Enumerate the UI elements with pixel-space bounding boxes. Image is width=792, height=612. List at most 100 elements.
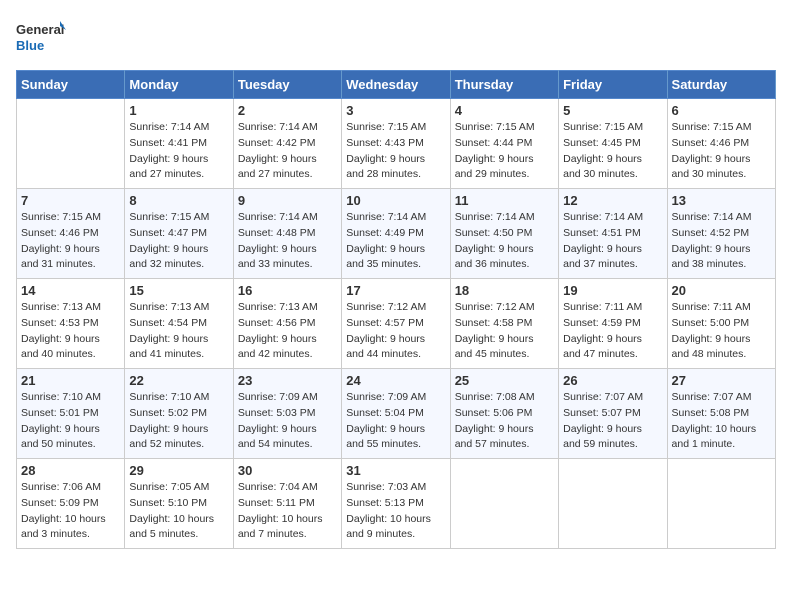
calendar-table: SundayMondayTuesdayWednesdayThursdayFrid… <box>16 70 776 549</box>
calendar-cell: 7 Sunrise: 7:15 AM Sunset: 4:46 PM Daylig… <box>17 189 125 279</box>
cell-info: Sunrise: 7:14 AM Sunset: 4:51 PM Dayligh… <box>563 210 662 273</box>
calendar-cell: 4 Sunrise: 7:15 AM Sunset: 4:44 PM Daylig… <box>450 99 558 189</box>
cell-info: Sunrise: 7:07 AM Sunset: 5:08 PM Dayligh… <box>672 390 771 453</box>
calendar-cell: 30 Sunrise: 7:04 AM Sunset: 5:11 PM Dayli… <box>233 459 341 549</box>
day-number: 29 <box>129 463 228 478</box>
svg-text:Blue: Blue <box>16 38 44 53</box>
page-header: General Blue <box>16 16 776 58</box>
day-number: 7 <box>21 193 120 208</box>
calendar-cell: 26 Sunrise: 7:07 AM Sunset: 5:07 PM Dayli… <box>559 369 667 459</box>
day-number: 26 <box>563 373 662 388</box>
day-number: 10 <box>346 193 445 208</box>
calendar-cell: 27 Sunrise: 7:07 AM Sunset: 5:08 PM Dayli… <box>667 369 775 459</box>
cell-info: Sunrise: 7:14 AM Sunset: 4:52 PM Dayligh… <box>672 210 771 273</box>
cell-info: Sunrise: 7:03 AM Sunset: 5:13 PM Dayligh… <box>346 480 445 543</box>
calendar-cell: 28 Sunrise: 7:06 AM Sunset: 5:09 PM Dayli… <box>17 459 125 549</box>
calendar-cell: 5 Sunrise: 7:15 AM Sunset: 4:45 PM Daylig… <box>559 99 667 189</box>
cell-info: Sunrise: 7:15 AM Sunset: 4:46 PM Dayligh… <box>672 120 771 183</box>
weekday-header-cell: Monday <box>125 71 233 99</box>
calendar-cell: 23 Sunrise: 7:09 AM Sunset: 5:03 PM Dayli… <box>233 369 341 459</box>
calendar-cell: 16 Sunrise: 7:13 AM Sunset: 4:56 PM Dayli… <box>233 279 341 369</box>
cell-info: Sunrise: 7:04 AM Sunset: 5:11 PM Dayligh… <box>238 480 337 543</box>
day-number: 12 <box>563 193 662 208</box>
day-number: 25 <box>455 373 554 388</box>
calendar-cell: 17Sunrise: 7:12 AM Sunset: 4:57 PM Dayli… <box>342 279 450 369</box>
cell-info: Sunrise: 7:11 AM Sunset: 4:59 PM Dayligh… <box>563 300 662 363</box>
cell-info: Sunrise: 7:14 AM Sunset: 4:48 PM Dayligh… <box>238 210 337 273</box>
cell-info: Sunrise: 7:13 AM Sunset: 4:53 PM Dayligh… <box>21 300 120 363</box>
weekday-header-cell: Saturday <box>667 71 775 99</box>
cell-info: Sunrise: 7:14 AM Sunset: 4:50 PM Dayligh… <box>455 210 554 273</box>
day-number: 19 <box>563 283 662 298</box>
logo: General Blue <box>16 16 66 58</box>
calendar-cell: 6 Sunrise: 7:15 AM Sunset: 4:46 PM Daylig… <box>667 99 775 189</box>
calendar-cell: 15 Sunrise: 7:13 AM Sunset: 4:54 PM Dayli… <box>125 279 233 369</box>
calendar-cell: 29 Sunrise: 7:05 AM Sunset: 5:10 PM Dayli… <box>125 459 233 549</box>
day-number: 22 <box>129 373 228 388</box>
calendar-cell: 24 Sunrise: 7:09 AM Sunset: 5:04 PM Dayli… <box>342 369 450 459</box>
calendar-cell: 22Sunrise: 7:10 AM Sunset: 5:02 PM Dayli… <box>125 369 233 459</box>
cell-info: Sunrise: 7:06 AM Sunset: 5:09 PM Dayligh… <box>21 480 120 543</box>
weekday-header-cell: Thursday <box>450 71 558 99</box>
calendar-cell: 31 Sunrise: 7:03 AM Sunset: 5:13 PM Dayli… <box>342 459 450 549</box>
day-number: 24 <box>346 373 445 388</box>
weekday-header-cell: Tuesday <box>233 71 341 99</box>
cell-info: Sunrise: 7:12 AM Sunset: 4:57 PM Dayligh… <box>346 300 445 363</box>
day-number: 5 <box>563 103 662 118</box>
cell-info: Sunrise: 7:15 AM Sunset: 4:45 PM Dayligh… <box>563 120 662 183</box>
cell-info: Sunrise: 7:15 AM Sunset: 4:46 PM Dayligh… <box>21 210 120 273</box>
day-number: 31 <box>346 463 445 478</box>
calendar-cell <box>450 459 558 549</box>
calendar-cell: 11Sunrise: 7:14 AM Sunset: 4:50 PM Dayli… <box>450 189 558 279</box>
calendar-week-row: 1Sunrise: 7:14 AM Sunset: 4:41 PM Daylig… <box>17 99 776 189</box>
calendar-week-row: 14 Sunrise: 7:13 AM Sunset: 4:53 PM Dayli… <box>17 279 776 369</box>
day-number: 3 <box>346 103 445 118</box>
day-number: 6 <box>672 103 771 118</box>
cell-info: Sunrise: 7:09 AM Sunset: 5:04 PM Dayligh… <box>346 390 445 453</box>
calendar-body: 1Sunrise: 7:14 AM Sunset: 4:41 PM Daylig… <box>17 99 776 549</box>
day-number: 2 <box>238 103 337 118</box>
calendar-cell <box>17 99 125 189</box>
day-number: 28 <box>21 463 120 478</box>
day-number: 8 <box>129 193 228 208</box>
cell-info: Sunrise: 7:07 AM Sunset: 5:07 PM Dayligh… <box>563 390 662 453</box>
calendar-cell: 21 Sunrise: 7:10 AM Sunset: 5:01 PM Dayli… <box>17 369 125 459</box>
cell-info: Sunrise: 7:05 AM Sunset: 5:10 PM Dayligh… <box>129 480 228 543</box>
day-number: 23 <box>238 373 337 388</box>
calendar-week-row: 28 Sunrise: 7:06 AM Sunset: 5:09 PM Dayli… <box>17 459 776 549</box>
calendar-cell <box>559 459 667 549</box>
day-number: 20 <box>672 283 771 298</box>
calendar-cell: 3 Sunrise: 7:15 AM Sunset: 4:43 PM Daylig… <box>342 99 450 189</box>
calendar-cell: 9 Sunrise: 7:14 AM Sunset: 4:48 PM Daylig… <box>233 189 341 279</box>
logo-svg: General Blue <box>16 16 66 58</box>
weekday-header-row: SundayMondayTuesdayWednesdayThursdayFrid… <box>17 71 776 99</box>
cell-info: Sunrise: 7:12 AM Sunset: 4:58 PM Dayligh… <box>455 300 554 363</box>
cell-info: Sunrise: 7:13 AM Sunset: 4:56 PM Dayligh… <box>238 300 337 363</box>
cell-info: Sunrise: 7:14 AM Sunset: 4:42 PM Dayligh… <box>238 120 337 183</box>
cell-info: Sunrise: 7:15 AM Sunset: 4:43 PM Dayligh… <box>346 120 445 183</box>
calendar-cell: 10Sunrise: 7:14 AM Sunset: 4:49 PM Dayli… <box>342 189 450 279</box>
calendar-cell: 14 Sunrise: 7:13 AM Sunset: 4:53 PM Dayli… <box>17 279 125 369</box>
cell-info: Sunrise: 7:13 AM Sunset: 4:54 PM Dayligh… <box>129 300 228 363</box>
calendar-cell: 18Sunrise: 7:12 AM Sunset: 4:58 PM Dayli… <box>450 279 558 369</box>
cell-info: Sunrise: 7:09 AM Sunset: 5:03 PM Dayligh… <box>238 390 337 453</box>
calendar-cell: 12 Sunrise: 7:14 AM Sunset: 4:51 PM Dayli… <box>559 189 667 279</box>
day-number: 14 <box>21 283 120 298</box>
cell-info: Sunrise: 7:15 AM Sunset: 4:47 PM Dayligh… <box>129 210 228 273</box>
day-number: 4 <box>455 103 554 118</box>
day-number: 21 <box>21 373 120 388</box>
calendar-cell: 25Sunrise: 7:08 AM Sunset: 5:06 PM Dayli… <box>450 369 558 459</box>
cell-info: Sunrise: 7:10 AM Sunset: 5:01 PM Dayligh… <box>21 390 120 453</box>
day-number: 30 <box>238 463 337 478</box>
calendar-cell: 2 Sunrise: 7:14 AM Sunset: 4:42 PM Daylig… <box>233 99 341 189</box>
day-number: 16 <box>238 283 337 298</box>
cell-info: Sunrise: 7:15 AM Sunset: 4:44 PM Dayligh… <box>455 120 554 183</box>
day-number: 13 <box>672 193 771 208</box>
day-number: 9 <box>238 193 337 208</box>
cell-info: Sunrise: 7:11 AM Sunset: 5:00 PM Dayligh… <box>672 300 771 363</box>
day-number: 15 <box>129 283 228 298</box>
calendar-cell: 1Sunrise: 7:14 AM Sunset: 4:41 PM Daylig… <box>125 99 233 189</box>
calendar-cell: 8 Sunrise: 7:15 AM Sunset: 4:47 PM Daylig… <box>125 189 233 279</box>
day-number: 27 <box>672 373 771 388</box>
cell-info: Sunrise: 7:14 AM Sunset: 4:41 PM Dayligh… <box>129 120 228 183</box>
